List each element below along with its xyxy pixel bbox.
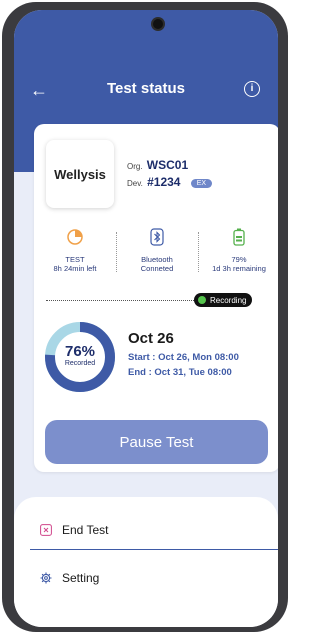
end-time: End : Oct 31, Tue 08:00 <box>128 367 232 378</box>
page-title: Test status <box>106 80 186 97</box>
menu-divider <box>30 549 278 550</box>
stat-battery-line1: 79% <box>231 255 247 264</box>
menu-item-label: End Test <box>62 523 109 537</box>
close-square-icon <box>40 524 52 536</box>
phone-frame: ← Test status i Wellysis Org. WSC01 Dev.… <box>2 2 288 632</box>
stat-test: TEST 8h 24min left <box>34 228 116 273</box>
org-row: Org. WSC01 <box>127 158 188 172</box>
dev-label: Dev. <box>127 179 143 188</box>
start-time: Start : Oct 26, Mon 08:00 <box>128 352 239 363</box>
progress-label: Recorded <box>64 360 96 367</box>
stat-battery-line2: 1d 3h remaining <box>212 264 266 273</box>
stat-test-line2: 8h 24min left <box>53 264 97 273</box>
recording-label: Recording <box>210 295 247 305</box>
bottom-menu: End Test Setting <box>14 497 278 627</box>
device-logo: Wellysis <box>46 140 114 208</box>
battery-icon <box>233 228 245 246</box>
dev-value: #1234 <box>147 175 181 189</box>
gear-icon <box>40 572 52 584</box>
front-camera <box>153 19 163 29</box>
ex-badge: EX <box>190 179 213 189</box>
info-icon[interactable]: i <box>244 81 260 97</box>
menu-item-label: Setting <box>62 571 100 585</box>
progress-percent: 76% <box>64 343 96 360</box>
pause-test-button[interactable]: Pause Test <box>45 420 268 464</box>
org-value: WSC01 <box>146 158 189 172</box>
dotted-divider <box>46 300 196 301</box>
stat-test-line1: TEST <box>65 255 85 264</box>
recording-badge: Recording <box>194 293 253 307</box>
pie-chart-icon <box>67 229 83 245</box>
menu-item-end-test[interactable]: End Test <box>40 523 108 537</box>
stat-battery: 79% 1d 3h remaining <box>198 228 278 273</box>
recording-dot <box>198 296 206 304</box>
status-card: Wellysis Org. WSC01 Dev. #1234 EX TEST 8… <box>34 124 278 472</box>
device-row: Dev. #1234 EX <box>127 175 213 189</box>
stat-bluetooth-line2: Conneted <box>140 264 174 273</box>
org-label: Org. <box>127 162 143 171</box>
menu-item-setting[interactable]: Setting <box>40 571 99 585</box>
stat-bluetooth: Bluetooth Conneted <box>116 228 198 273</box>
stat-bluetooth-line1: Bluetooth <box>141 255 173 264</box>
test-date: Oct 26 <box>128 330 174 347</box>
stats-row: TEST 8h 24min left Bluetooth Conneted 79… <box>34 228 278 280</box>
screen: ← Test status i Wellysis Org. WSC01 Dev.… <box>14 10 278 627</box>
bluetooth-icon <box>150 228 164 246</box>
